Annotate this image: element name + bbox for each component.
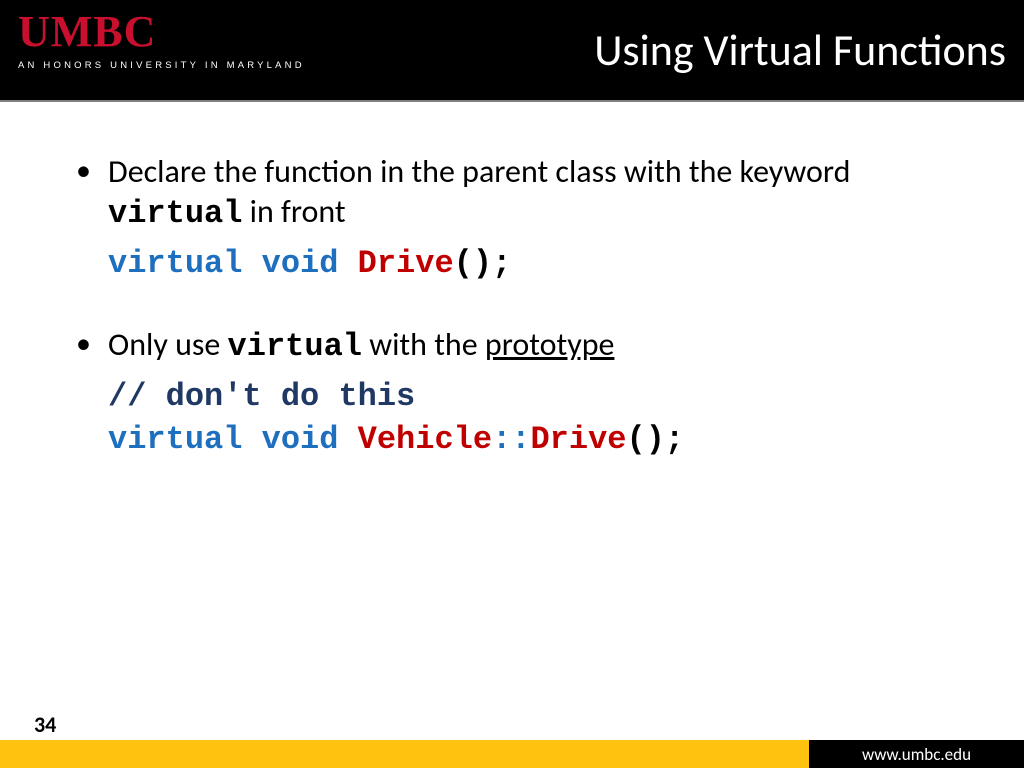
code1-tail: (); (454, 245, 512, 282)
slide-body: Declare the function in the parent class… (0, 102, 1024, 768)
code2-comment-line: // don't do this (108, 375, 964, 418)
bullet2-underline: prototype (485, 325, 615, 364)
code1-fn: Drive (358, 245, 454, 282)
code1-kw-virtual: virtual (108, 245, 242, 282)
bullet-list: Declare the function in the parent class… (70, 152, 964, 234)
code2-fn: Drive (530, 421, 626, 458)
slide-number: 34 (34, 711, 56, 738)
code2-kw-void: void (262, 421, 339, 458)
code-block-1: virtual void Drive(); (108, 242, 964, 285)
code2-kw-virtual: virtual (108, 421, 242, 458)
bullet-item-2: Only use virtual with the prototype (70, 325, 964, 367)
code2-line: virtual void Vehicle::Drive(); (108, 418, 964, 461)
logo-block: UMBC AN HONORS UNIVERSITY IN MARYLAND (18, 10, 305, 71)
bullet-item-1: Declare the function in the parent class… (70, 152, 964, 234)
footer-url-box: www.umbc.edu (809, 740, 1024, 768)
slide-header: UMBC AN HONORS UNIVERSITY IN MARYLAND Us… (0, 0, 1024, 100)
code2-tail: (); (626, 421, 684, 458)
slide: UMBC AN HONORS UNIVERSITY IN MARYLAND Us… (0, 0, 1024, 768)
code2-class: Vehicle (358, 421, 492, 458)
slide-footer: www.umbc.edu (0, 738, 1024, 768)
logo-main: UMBC (18, 10, 305, 54)
bullet1-keyword: virtual (108, 195, 242, 232)
code-block-2: // don't do this virtual void Vehicle::D… (108, 375, 964, 461)
logo-tagline: AN HONORS UNIVERSITY IN MARYLAND (18, 60, 305, 71)
code2-comment: // don't do this (108, 378, 415, 415)
code1-kw-void: void (262, 245, 339, 282)
footer-url: www.umbc.edu (862, 744, 971, 765)
code2-scope: :: (492, 421, 530, 458)
bullet1-text-pre: Declare the function in the parent class… (108, 152, 850, 191)
bullet1-text-post: in front (242, 192, 345, 231)
bullet2-text-mid: with the (362, 325, 485, 364)
bullet2-text-pre: Only use (108, 325, 228, 364)
slide-title: Using Virtual Functions (594, 23, 1006, 77)
bullet-list-2: Only use virtual with the prototype (70, 325, 964, 367)
bullet2-keyword: virtual (228, 328, 362, 365)
